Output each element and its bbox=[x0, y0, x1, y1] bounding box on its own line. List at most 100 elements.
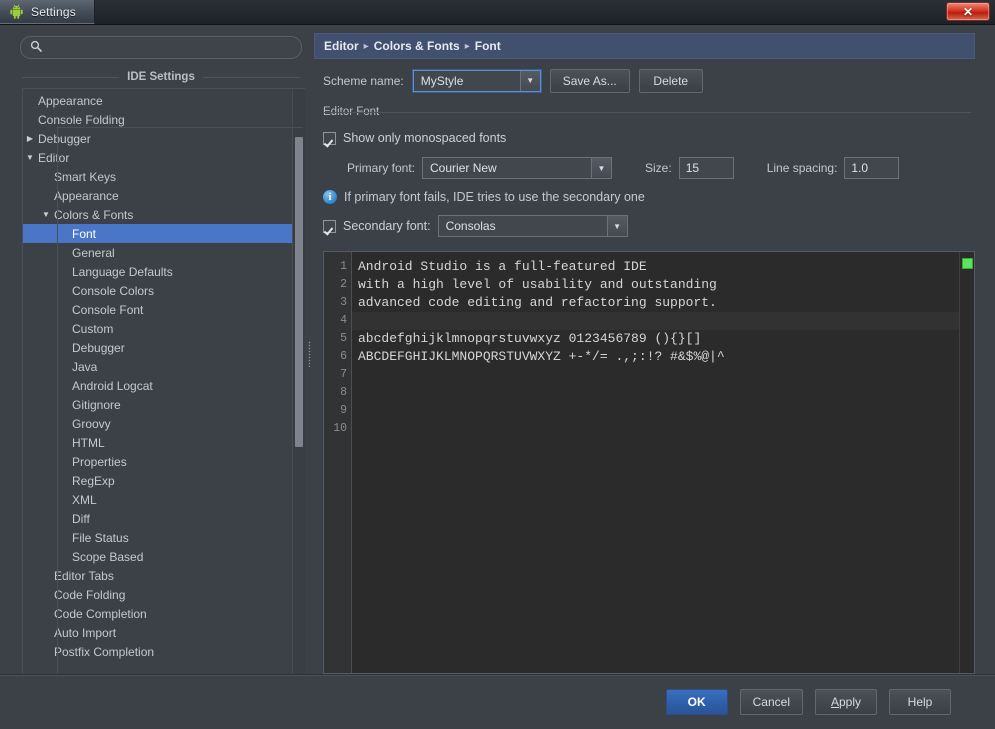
sidebar-item-label: Console Font bbox=[71, 303, 143, 317]
close-icon[interactable]: ✕ bbox=[946, 2, 990, 21]
sidebar-item-label: Code Folding bbox=[53, 588, 125, 602]
settings-dialog: Settings ✕ IDE Settings Appearan bbox=[0, 0, 995, 729]
line-number: 6 bbox=[324, 348, 347, 366]
chevron-down-icon[interactable]: ▼ bbox=[520, 71, 540, 91]
secondary-font-value: Consolas bbox=[439, 216, 607, 236]
dialog-body: IDE Settings AppearanceConsole Folding▶D… bbox=[0, 25, 995, 674]
sidebar-item-label: Console Folding bbox=[37, 113, 125, 127]
sidebar-item-editor-tabs[interactable]: Editor Tabs bbox=[23, 566, 292, 585]
sidebar-item-gitignore[interactable]: Gitignore bbox=[23, 395, 292, 414]
sidebar-item-console-font[interactable]: Console Font bbox=[23, 300, 292, 319]
help-button[interactable]: Help bbox=[889, 689, 951, 715]
sidebar-item-colors-fonts[interactable]: ▼Colors & Fonts bbox=[23, 205, 292, 224]
sidebar-item-postfix-completion[interactable]: Postfix Completion bbox=[23, 642, 292, 661]
line-number: 9 bbox=[324, 402, 347, 420]
editor-marker-strip[interactable] bbox=[959, 252, 974, 673]
pane-splitter[interactable] bbox=[305, 33, 314, 674]
sidebar-item-label: Smart Keys bbox=[53, 170, 116, 184]
sidebar-item-label: Language Defaults bbox=[71, 265, 173, 279]
line-number: 8 bbox=[324, 384, 347, 402]
sidebar-item-label: Diff bbox=[71, 512, 90, 526]
dialog-footer: OK Cancel Apply Help bbox=[0, 674, 995, 729]
sidebar-item-properties[interactable]: Properties bbox=[23, 452, 292, 471]
sidebar-item-label: Properties bbox=[71, 455, 127, 469]
line-number: 10 bbox=[324, 420, 347, 438]
search-box[interactable] bbox=[20, 36, 302, 59]
search-input[interactable] bbox=[48, 40, 292, 56]
sidebar-item-label: Console Colors bbox=[71, 284, 154, 298]
sidebar-item-java[interactable]: Java bbox=[23, 357, 292, 376]
sidebar-item-file-status[interactable]: File Status bbox=[23, 528, 292, 547]
sidebar-item-custom[interactable]: Custom bbox=[23, 319, 292, 338]
secondary-font-checkbox[interactable] bbox=[323, 220, 336, 233]
scheme-name-value: MyStyle bbox=[414, 71, 520, 91]
sidebar-item-language-defaults[interactable]: Language Defaults bbox=[23, 262, 292, 281]
primary-font-combo[interactable]: Courier New ▼ bbox=[422, 157, 612, 179]
secondary-font-combo[interactable]: Consolas ▼ bbox=[438, 215, 628, 237]
sidebar-item-groovy[interactable]: Groovy bbox=[23, 414, 292, 433]
primary-font-value: Courier New bbox=[423, 158, 591, 178]
code-line bbox=[358, 366, 959, 384]
sidebar-item-code-completion[interactable]: Code Completion bbox=[23, 604, 292, 623]
chevron-right-icon[interactable]: ▶ bbox=[23, 134, 37, 143]
sidebar-item-font[interactable]: Font bbox=[23, 224, 292, 243]
size-label: Size: bbox=[645, 161, 672, 175]
sidebar-item-diff[interactable]: Diff bbox=[23, 509, 292, 528]
show-monospaced-checkbox[interactable] bbox=[323, 132, 336, 145]
breadcrumb-part-1: Colors & Fonts bbox=[374, 39, 460, 53]
ok-button[interactable]: OK bbox=[666, 689, 728, 715]
chevron-down-icon[interactable]: ▼ bbox=[591, 158, 611, 178]
chevron-down-icon[interactable]: ▼ bbox=[607, 216, 627, 236]
font-preview-editor[interactable]: 12345678910 Android Studio is a full-fea… bbox=[323, 251, 975, 674]
sidebar-item-label: HTML bbox=[71, 436, 105, 450]
sidebar-item-scope-based[interactable]: Scope Based bbox=[23, 547, 292, 566]
line-spacing-input[interactable]: 1.0 bbox=[844, 157, 899, 179]
splitter-grip-icon bbox=[308, 341, 311, 367]
sidebar-item-label: Android Logcat bbox=[71, 379, 153, 393]
sidebar-item-label: Font bbox=[71, 227, 96, 241]
chevron-down-icon[interactable]: ▼ bbox=[23, 153, 37, 162]
sidebar-item-smart-keys[interactable]: Smart Keys bbox=[23, 167, 292, 186]
group-divider bbox=[323, 112, 971, 113]
editor-font-group: Editor Font Show only monospaced fonts P… bbox=[323, 104, 975, 674]
sidebar-item-editor[interactable]: ▼Editor bbox=[23, 148, 292, 167]
line-number: 1 bbox=[324, 258, 347, 276]
save-as-button[interactable]: Save As... bbox=[550, 69, 630, 93]
code-line: Android Studio is a full-featured IDE bbox=[358, 258, 959, 276]
sidebar-item-xml[interactable]: XML bbox=[23, 490, 292, 509]
settings-detail-pane: Editor ▸ Colors & Fonts ▸ Font Scheme na… bbox=[314, 33, 985, 674]
sidebar-item-label: Editor Tabs bbox=[53, 569, 114, 583]
sidebar-item-console-colors[interactable]: Console Colors bbox=[23, 281, 292, 300]
sidebar-item-code-folding[interactable]: Code Folding bbox=[23, 585, 292, 604]
sidebar-scrollbar[interactable] bbox=[292, 89, 305, 674]
sidebar-item-debugger[interactable]: Debugger bbox=[23, 338, 292, 357]
tree-group-guide-top bbox=[57, 127, 303, 128]
scheme-name-combo[interactable]: MyStyle ▼ bbox=[413, 70, 541, 92]
delete-button[interactable]: Delete bbox=[639, 69, 703, 93]
sidebar-section-title: IDE Settings bbox=[119, 71, 203, 83]
sidebar-item-appearance[interactable]: Appearance bbox=[23, 186, 292, 205]
sidebar-item-appearance[interactable]: Appearance bbox=[23, 91, 292, 110]
sidebar-item-label: Appearance bbox=[37, 94, 103, 108]
sidebar-item-android-logcat[interactable]: Android Logcat bbox=[23, 376, 292, 395]
code-line bbox=[358, 402, 959, 420]
scheme-row: Scheme name: MyStyle ▼ Save As... Delete bbox=[314, 59, 975, 102]
breadcrumb: Editor ▸ Colors & Fonts ▸ Font bbox=[314, 33, 975, 59]
sidebar-scrollbar-thumb[interactable] bbox=[295, 137, 303, 447]
apply-button[interactable]: Apply bbox=[815, 689, 877, 715]
settings-tree[interactable]: AppearanceConsole Folding▶Debugger▼Edito… bbox=[23, 89, 292, 674]
title-bar-tab: Settings bbox=[0, 0, 95, 24]
sidebar-item-label: Gitignore bbox=[71, 398, 121, 412]
cancel-button[interactable]: Cancel bbox=[740, 689, 803, 715]
sidebar-item-debugger[interactable]: ▶Debugger bbox=[23, 129, 292, 148]
editor-font-group-header: Editor Font bbox=[323, 104, 975, 119]
sidebar-item-general[interactable]: General bbox=[23, 243, 292, 262]
sidebar-item-label: XML bbox=[71, 493, 97, 507]
sidebar-item-html[interactable]: HTML bbox=[23, 433, 292, 452]
size-input[interactable]: 15 bbox=[679, 157, 734, 179]
chevron-down-icon[interactable]: ▼ bbox=[39, 210, 53, 219]
editor-code-area[interactable]: Android Studio is a full-featured IDEwit… bbox=[352, 252, 959, 673]
scheme-name-label: Scheme name: bbox=[323, 74, 404, 88]
sidebar-item-regexp[interactable]: RegExp bbox=[23, 471, 292, 490]
sidebar-item-auto-import[interactable]: Auto Import bbox=[23, 623, 292, 642]
